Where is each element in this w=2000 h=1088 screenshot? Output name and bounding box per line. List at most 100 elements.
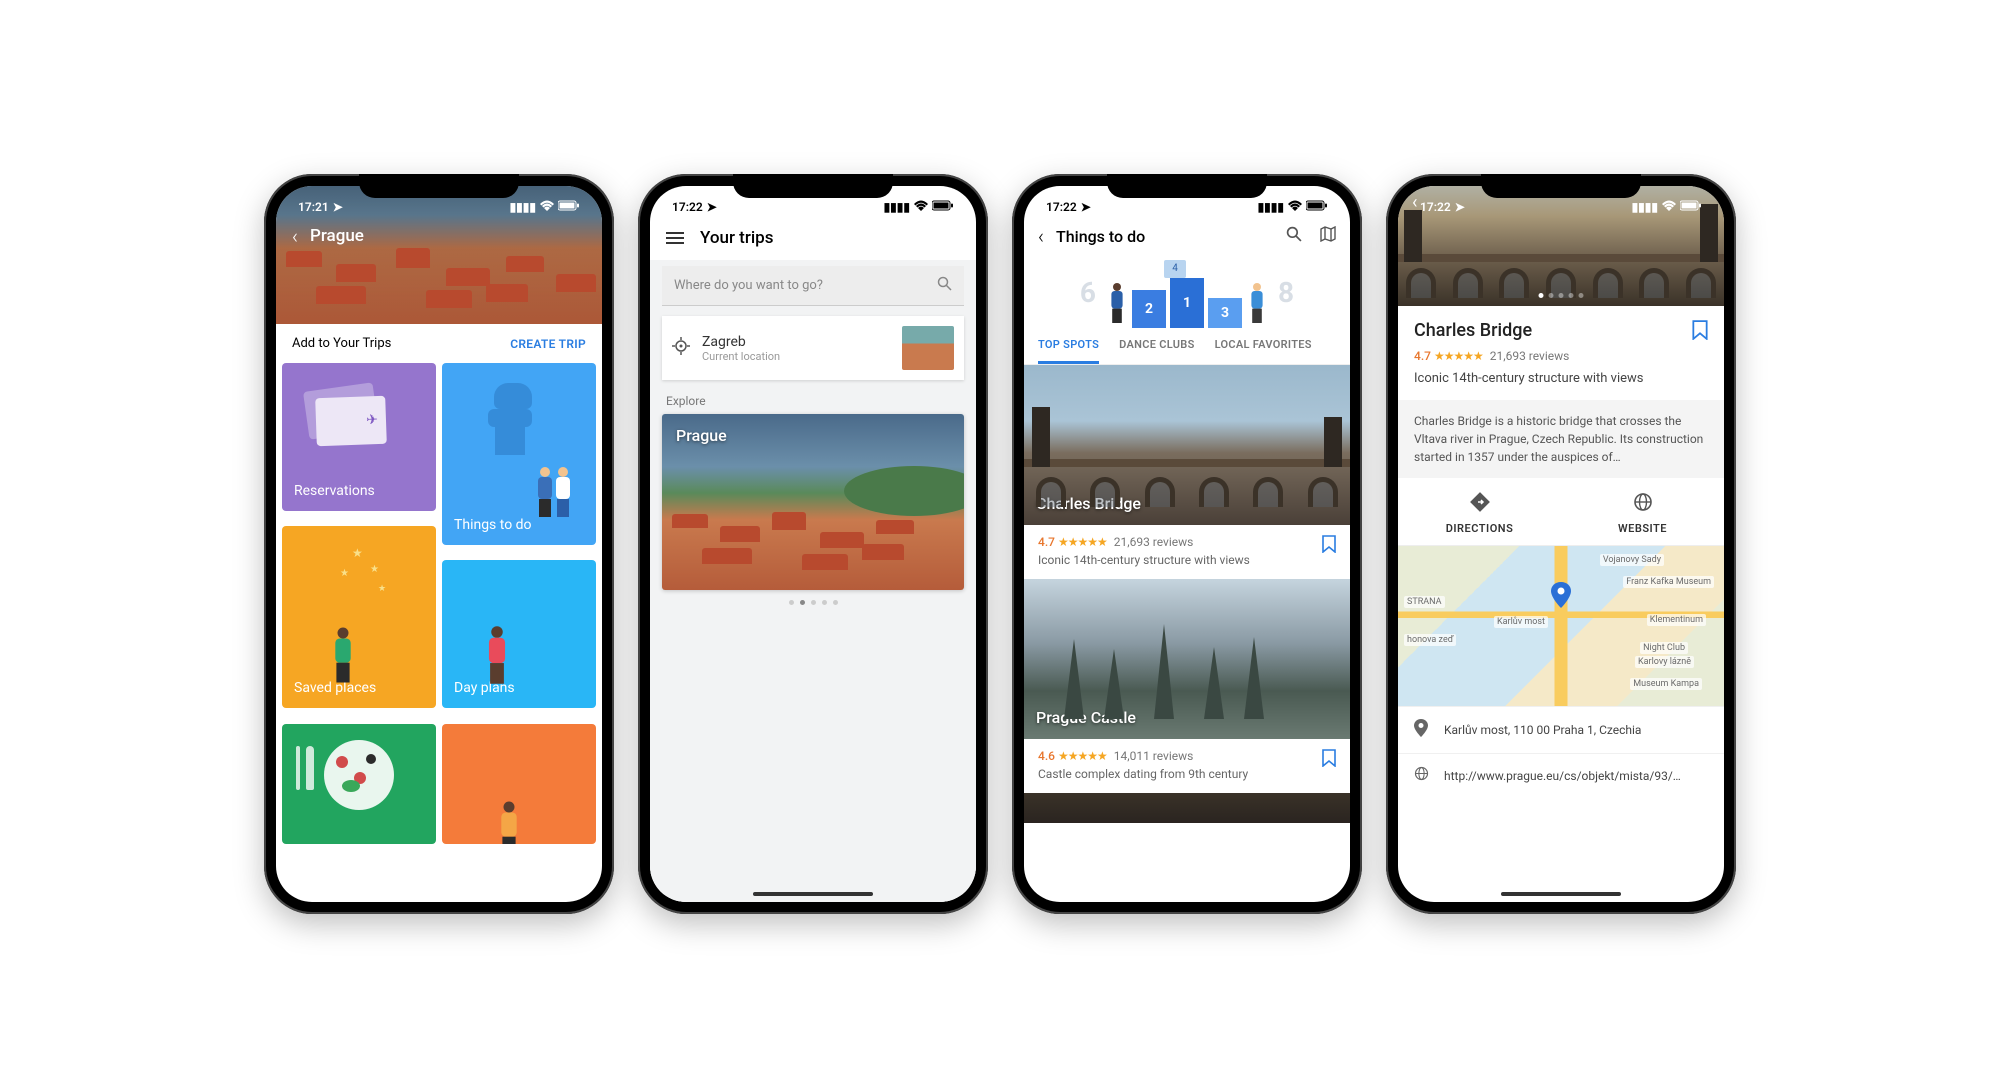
search-input[interactable]: Where do you want to go?: [662, 266, 964, 306]
map-label: STRANA: [1404, 596, 1445, 608]
tab-top-spots[interactable]: TOP SPOTS: [1038, 338, 1099, 364]
star-icon: ★★★★★: [1058, 749, 1107, 763]
signal-icon: ▮▮▮▮: [884, 200, 910, 214]
hero-image-bridge: 17:22 ➤ ▮▮▮▮ ‹: [1398, 186, 1724, 306]
location-arrow-icon: ➤: [1081, 200, 1091, 214]
location-subtitle: Current location: [702, 350, 890, 363]
menu-button[interactable]: [666, 229, 684, 247]
podium-illustration: 6 2 4 1 3 8: [1024, 256, 1350, 328]
spot-meta: 4.7 ★★★★★ 21,693 reviews Iconic 14th-cen…: [1024, 525, 1350, 579]
battery-icon: [558, 200, 580, 214]
notch: [733, 174, 893, 198]
spot-description: Iconic 14th-century structure with views: [1038, 553, 1336, 567]
search-icon: [937, 276, 952, 295]
star-icon: ★: [352, 546, 363, 560]
place-tagline: Iconic 14th-century structure with views: [1398, 371, 1724, 400]
website-row[interactable]: http://www.prague.eu/cs/objekt/mista/93/…: [1398, 753, 1724, 797]
review-count: 14,011 reviews: [1114, 749, 1194, 763]
hero-image-prague: 17:21 ➤ ▮▮▮▮ ‹ Prague: [276, 186, 602, 324]
phone-frame-4: 17:22 ➤ ▮▮▮▮ ‹ Charles Bridge: [1386, 174, 1736, 914]
spot-card-peek[interactable]: [1024, 793, 1350, 823]
screen-4: 17:22 ➤ ▮▮▮▮ ‹ Charles Bridge: [1398, 186, 1724, 902]
map-label: Karlův most: [1494, 616, 1548, 628]
tile-things-to-do[interactable]: Things to do: [442, 363, 596, 545]
crosshair-icon: [672, 337, 690, 359]
directions-button[interactable]: DIRECTIONS: [1398, 478, 1561, 545]
page-title: Things to do: [1056, 227, 1145, 246]
spot-card-prague-castle[interactable]: Prague Castle 4.6 ★★★★★ 14,011 reviews C…: [1024, 579, 1350, 793]
category-grid: ✈ Reservations: [276, 363, 602, 853]
map-icon[interactable]: [1320, 226, 1336, 246]
star-icon: ★★★★★: [1434, 349, 1483, 363]
review-count: 21,693 reviews: [1490, 349, 1570, 363]
create-trip-button[interactable]: CREATE TRIP: [510, 337, 586, 351]
address-text: Karlův most, 110 00 Praha 1, Czechia: [1444, 723, 1641, 737]
star-icon: ★: [370, 564, 379, 575]
status-time: 17:21: [298, 200, 329, 214]
back-button[interactable]: ‹: [292, 224, 298, 248]
plane-icon: ✈: [366, 412, 378, 428]
map-view[interactable]: STRANA Karlův most Klementinum Night Clu…: [1398, 546, 1724, 706]
back-button[interactable]: ‹: [1038, 224, 1044, 248]
bookmark-button[interactable]: [1322, 749, 1336, 771]
map-label: Klementinum: [1647, 614, 1706, 626]
location-arrow-icon: ➤: [707, 200, 717, 214]
search-placeholder: Where do you want to go?: [674, 278, 937, 293]
spot-image: Prague Castle: [1024, 579, 1350, 739]
home-indicator[interactable]: [379, 892, 499, 896]
tile-getting-around[interactable]: [442, 724, 596, 844]
tab-dance-clubs[interactable]: DANCE CLUBS: [1119, 338, 1194, 364]
rating-value: 4.7: [1414, 349, 1431, 363]
website-button[interactable]: WEBSITE: [1561, 478, 1724, 545]
home-indicator[interactable]: [1501, 892, 1621, 896]
explore-card-prague[interactable]: Prague: [662, 414, 964, 590]
knife-icon: [306, 746, 314, 790]
location-arrow-icon: ➤: [333, 200, 343, 214]
phone-frame-1: 17:21 ➤ ▮▮▮▮ ‹ Prague Add to Y: [264, 174, 614, 914]
wifi-icon: [914, 200, 928, 214]
tab-local-favorites[interactable]: LOCAL FAVORITES: [1215, 338, 1312, 364]
fork-icon: [296, 746, 300, 790]
subheader-bar: Add to Your Trips CREATE TRIP: [276, 324, 602, 363]
signal-icon: ▮▮▮▮: [1632, 200, 1658, 214]
wifi-icon: [540, 200, 554, 214]
place-title: Charles Bridge: [1414, 320, 1532, 341]
rating-row: 4.7 ★★★★★ 21,693 reviews: [1398, 349, 1724, 371]
home-indicator[interactable]: [753, 892, 873, 896]
rating-value: 4.6: [1038, 749, 1055, 763]
explore-section-label: Explore: [650, 380, 976, 414]
spot-card-charles-bridge[interactable]: Charles Bridge 4.7 ★★★★★ 21,693 reviews …: [1024, 365, 1350, 579]
star-icon: ★: [340, 568, 349, 579]
tile-saved-places[interactable]: ★ ★ ★ ★ Saved places: [282, 526, 436, 708]
screen-3: 17:22 ➤ ▮▮▮▮ ‹ Things to do 6: [1024, 186, 1350, 902]
notch: [359, 174, 519, 198]
bookmark-button[interactable]: [1322, 535, 1336, 557]
map-label: Franz Kafka Museum: [1623, 576, 1714, 588]
search-icon[interactable]: [1286, 226, 1302, 246]
image-pager-dots: [1539, 293, 1584, 298]
current-location-card[interactable]: Zagreb Current location: [662, 316, 964, 380]
add-to-trips-label: Add to Your Trips: [292, 336, 391, 351]
action-row: DIRECTIONS WEBSITE: [1398, 478, 1724, 546]
phone-frame-2: 17:22 ➤ ▮▮▮▮ Your trips Where do you wan…: [638, 174, 988, 914]
website-text: http://www.prague.eu/cs/objekt/mista/93/…: [1444, 769, 1681, 783]
battery-icon: [932, 200, 954, 214]
directions-icon: [1398, 492, 1561, 517]
location-pin-icon: [1414, 719, 1430, 741]
notch: [1107, 174, 1267, 198]
tile-reservations[interactable]: ✈ Reservations: [282, 363, 436, 511]
location-arrow-icon: ➤: [1455, 200, 1465, 214]
location-name: Zagreb: [702, 334, 890, 350]
map-pin-icon: [1551, 582, 1571, 613]
star-icon: ★: [378, 584, 386, 594]
tile-day-plans[interactable]: Day plans: [442, 560, 596, 708]
star-icon: ★★★★★: [1058, 535, 1107, 549]
notch: [1481, 174, 1641, 198]
bookmark-button[interactable]: [1692, 320, 1708, 345]
header: ‹ Things to do: [1024, 216, 1350, 256]
map-label: Karlovy lázně: [1635, 656, 1694, 668]
address-row[interactable]: Karlův most, 110 00 Praha 1, Czechia: [1398, 706, 1724, 753]
spot-image: Charles Bridge: [1024, 365, 1350, 525]
category-tabs: TOP SPOTS DANCE CLUBS LOCAL FAVORITES: [1024, 328, 1350, 365]
tile-food-drink[interactable]: [282, 724, 436, 844]
